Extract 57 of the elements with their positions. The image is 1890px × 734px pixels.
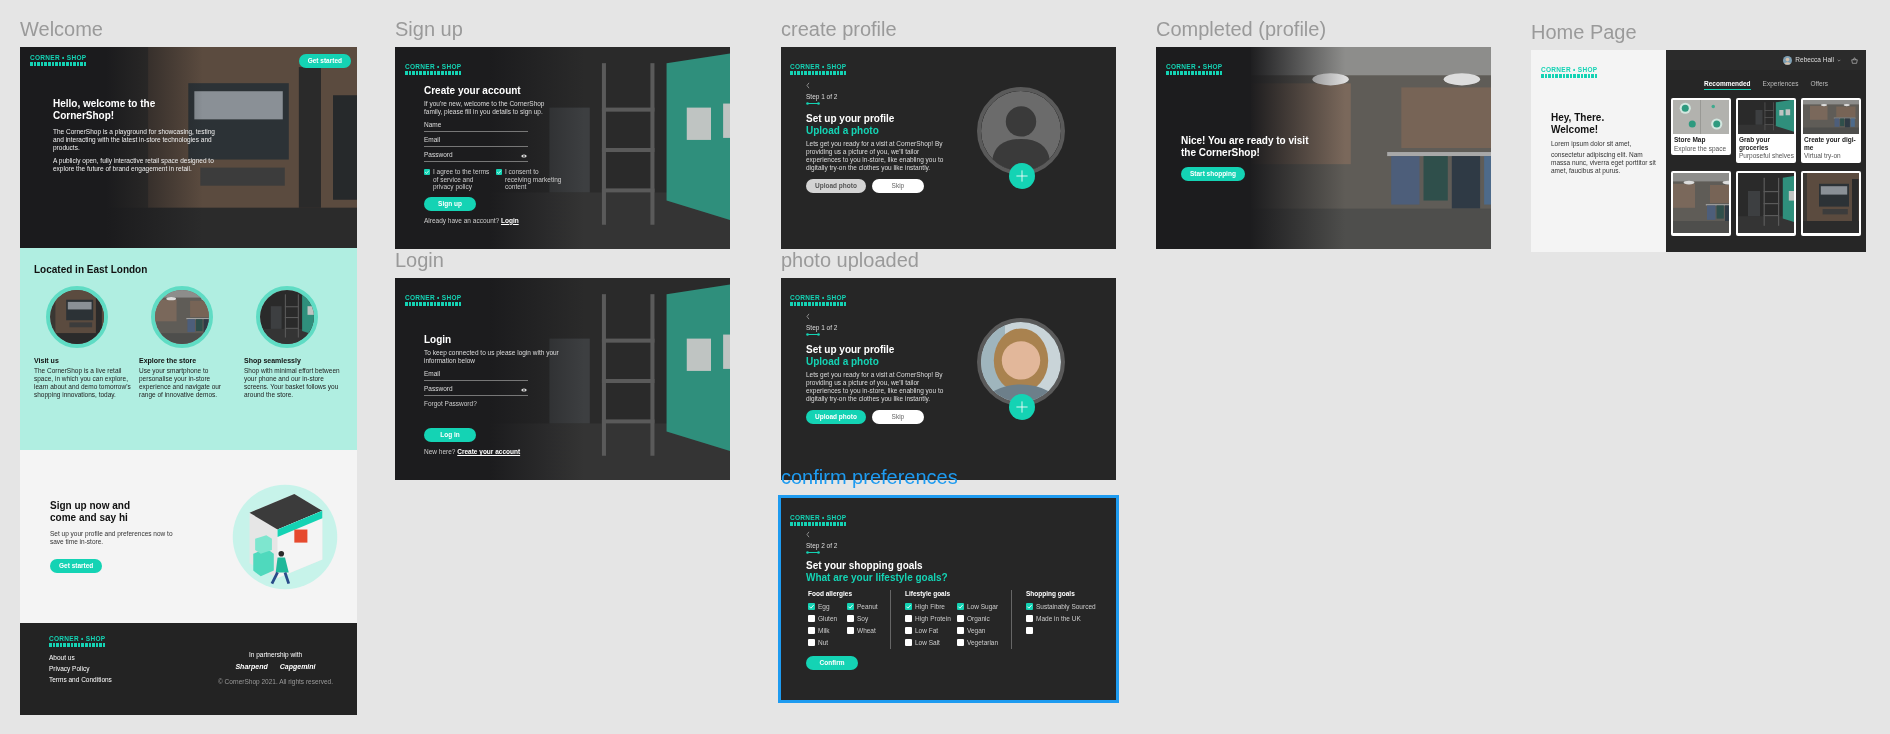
checkbox[interactable]	[847, 615, 854, 622]
back-icon	[806, 82, 810, 89]
section-title: Sign up now and come and say hi	[50, 500, 131, 524]
step-progress-icon	[806, 333, 820, 336]
form-subtitle: Upload a photo	[806, 356, 879, 368]
plus-icon	[1015, 169, 1029, 183]
checkbox[interactable]	[424, 169, 430, 175]
artboard[interactable]	[1531, 50, 1866, 252]
checkbox[interactable]	[905, 615, 912, 622]
card[interactable]	[1671, 170, 1731, 236]
avatar-icon	[1783, 55, 1793, 65]
checkbox[interactable]	[1026, 603, 1033, 610]
form-title: Set up your profile	[806, 113, 895, 125]
card[interactable]	[1801, 170, 1861, 236]
eye-icon	[521, 154, 527, 158]
checkbox[interactable]	[808, 627, 815, 634]
checkbox[interactable]	[1026, 627, 1033, 634]
eye-icon	[521, 388, 527, 392]
form-subtitle: What are your lifestyle goals?	[806, 572, 948, 584]
back-icon	[806, 313, 810, 320]
add-photo-button[interactable]	[1009, 394, 1035, 420]
caret-icon	[1837, 58, 1841, 62]
add-photo-button[interactable]	[1009, 163, 1035, 189]
form-title: Create your account	[424, 85, 521, 97]
checkbox[interactable]	[1026, 615, 1033, 622]
checkbox[interactable]	[808, 603, 815, 610]
section-title: Located in East London	[34, 264, 149, 276]
checkbox[interactable]	[957, 615, 964, 622]
plus-icon	[1015, 400, 1029, 414]
hero-title: Hello, welcome to the CornerShop!	[53, 98, 157, 122]
form-title: Set up your profile	[806, 344, 895, 356]
form-subtitle: Upload a photo	[806, 125, 879, 137]
form-title: Login	[424, 334, 452, 346]
checkbox[interactable]	[905, 627, 912, 634]
checkbox[interactable]	[957, 639, 964, 646]
checkbox[interactable]	[957, 603, 964, 610]
checkbox[interactable]	[957, 627, 964, 634]
step-progress-icon	[806, 102, 820, 105]
checkbox[interactable]	[847, 603, 854, 610]
checkbox[interactable]	[905, 603, 912, 610]
artboard[interactable]	[781, 47, 1116, 249]
card[interactable]	[1736, 170, 1796, 236]
checkbox[interactable]	[905, 639, 912, 646]
step-progress-icon	[806, 551, 820, 554]
artboard[interactable]	[781, 498, 1116, 700]
form-title: Set your shopping goals	[806, 560, 923, 572]
welcome-title: Hey, There. Welcome!	[1551, 112, 1606, 136]
basket-icon	[1851, 56, 1858, 64]
form-title: Nice! You are ready to visit the CornerShop!	[1181, 135, 1310, 159]
checkbox[interactable]	[496, 169, 502, 175]
back-icon	[806, 531, 810, 538]
artboard[interactable]	[20, 47, 357, 715]
checkbox[interactable]	[808, 639, 815, 646]
checkbox[interactable]	[808, 615, 815, 622]
basket-button[interactable]	[1851, 56, 1858, 64]
checkbox[interactable]	[847, 627, 854, 634]
artboard[interactable]	[395, 47, 730, 249]
